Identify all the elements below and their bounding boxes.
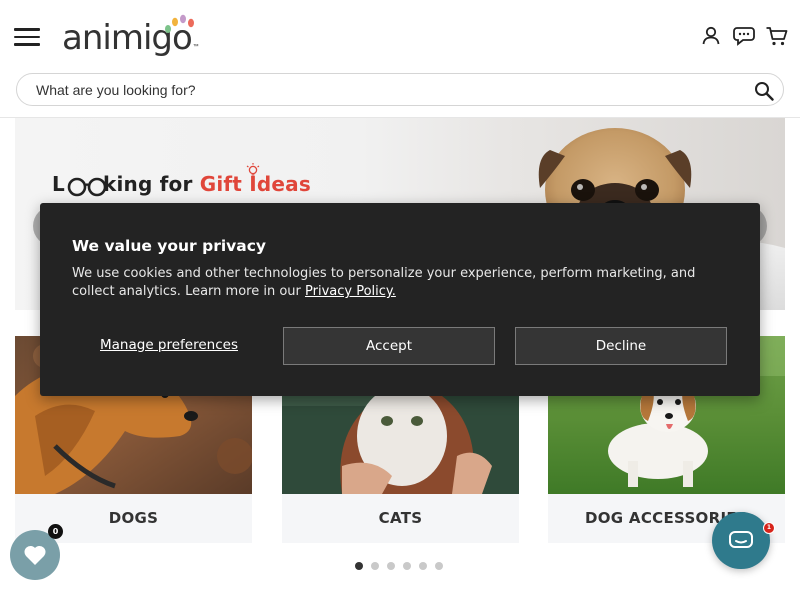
glasses-icon	[67, 177, 107, 197]
privacy-policy-link[interactable]: Privacy Policy.	[305, 284, 396, 299]
category-label: CATS	[282, 494, 519, 543]
menu-icon[interactable]	[14, 28, 40, 46]
cart-icon[interactable]	[765, 24, 789, 48]
chat-widget-button[interactable]	[712, 512, 770, 569]
wishlist-count-badge: 0	[48, 524, 63, 539]
lightbulb-icon	[246, 163, 260, 176]
carousel-dot[interactable]	[387, 562, 395, 570]
carousel-dots	[355, 562, 443, 572]
decline-button[interactable]: Decline	[515, 327, 727, 365]
search-bar	[16, 73, 784, 106]
privacy-description: We use cookies and other technologies to…	[72, 265, 712, 301]
carousel-dot[interactable]	[403, 562, 411, 570]
carousel-dot[interactable]	[371, 562, 379, 570]
banner-title-prefix: L	[52, 172, 65, 196]
chat-icon[interactable]	[732, 24, 756, 48]
search-icon[interactable]	[754, 81, 774, 101]
carousel-dot[interactable]	[355, 562, 363, 570]
site-logo[interactable]: animigo ™	[62, 14, 199, 58]
heart-icon	[24, 545, 46, 565]
manage-preferences-link[interactable]: Manage preferences	[100, 337, 238, 353]
paw-dots-icon	[165, 14, 194, 33]
chat-notification-badge: 1	[763, 522, 775, 534]
carousel-dot[interactable]	[419, 562, 427, 570]
privacy-consent-dialog: We value your privacy We use cookies and…	[40, 203, 760, 396]
accept-button[interactable]: Accept	[283, 327, 495, 365]
search-input[interactable]	[36, 80, 726, 100]
chat-bubble-icon	[729, 531, 753, 548]
banner-title-mid: king for	[102, 172, 200, 196]
logo-trademark: ™	[192, 44, 199, 50]
privacy-title: We value your privacy	[72, 237, 267, 255]
site-header: animigo ™	[0, 0, 800, 72]
user-icon[interactable]	[699, 24, 723, 48]
carousel-dot[interactable]	[435, 562, 443, 570]
